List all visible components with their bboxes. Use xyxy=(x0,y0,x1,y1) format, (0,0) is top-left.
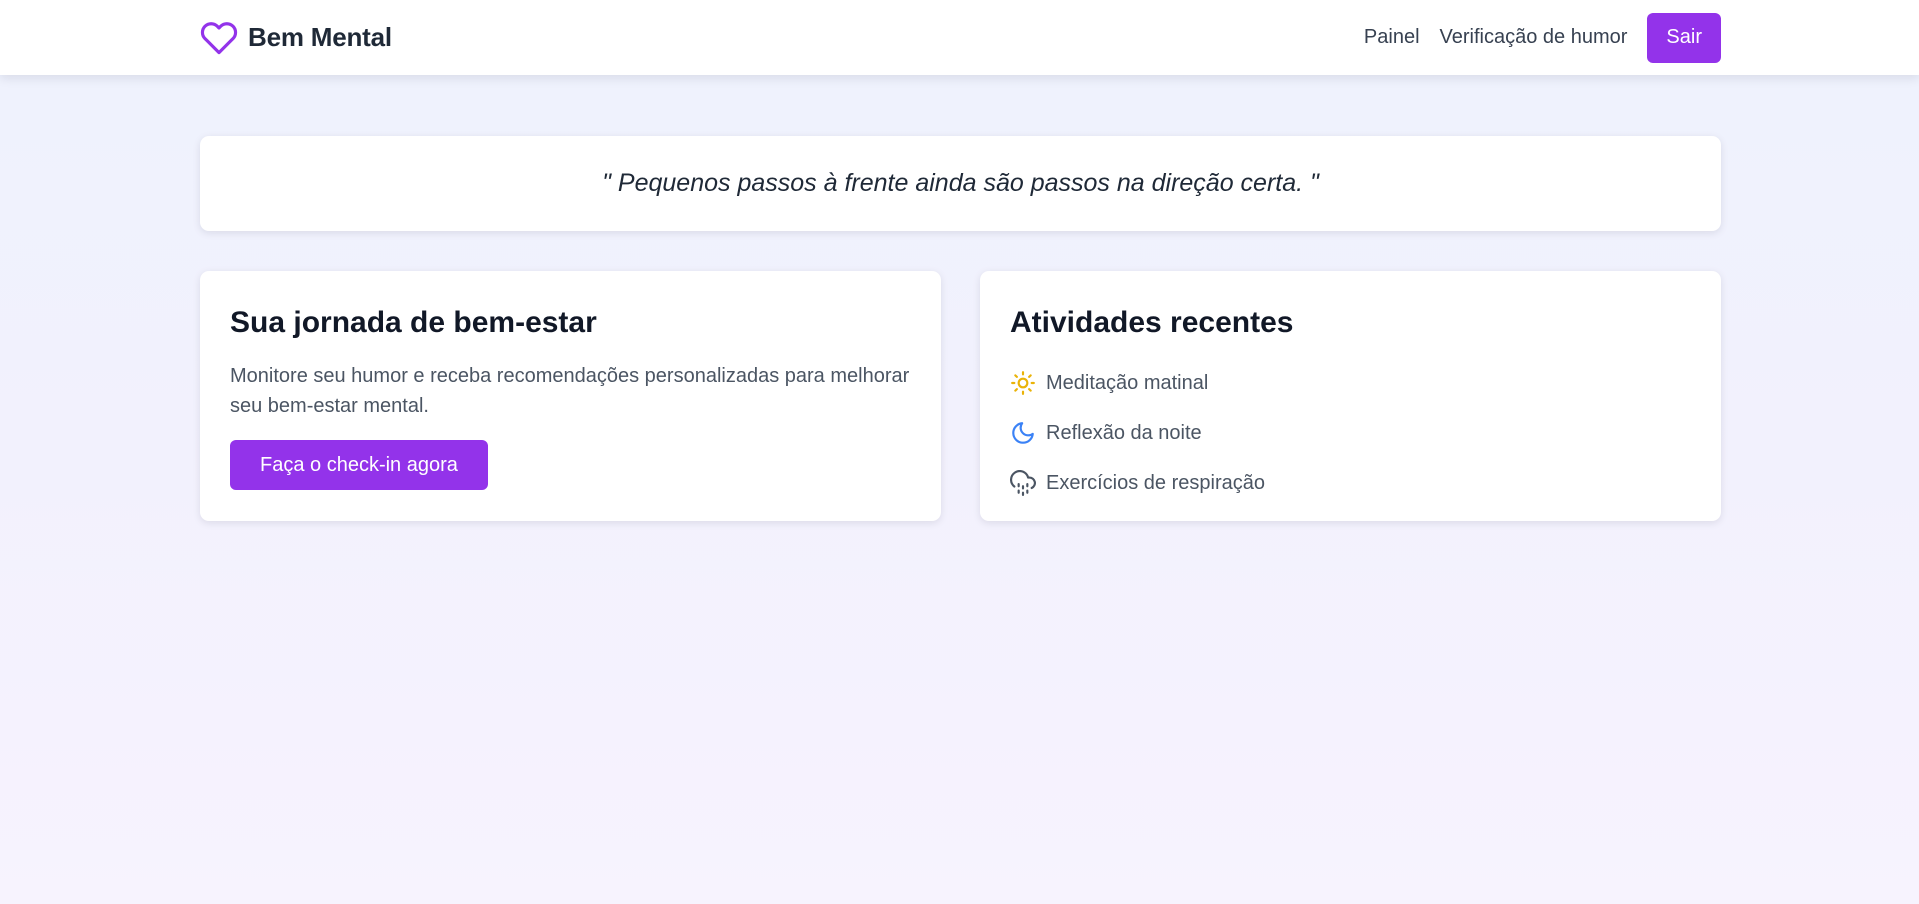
activity-label: Reflexão da noite xyxy=(1046,421,1202,444)
moon-icon xyxy=(1012,422,1034,444)
top-navbar: Bem Mental Painel Verificação de humor S… xyxy=(0,0,1919,75)
journey-card: Sua jornada de bem-estar Monitore seu hu… xyxy=(200,271,941,521)
heart-icon xyxy=(200,21,238,54)
nav-links: Painel Verificação de humor Sair xyxy=(1364,12,1721,63)
navbar-container: Bem Mental Painel Verificação de humor S… xyxy=(200,0,1721,75)
activity-item: Exercícios de respiração xyxy=(1010,458,1691,508)
activity-list: Meditação matinal Reflexão da noite Exer… xyxy=(1010,358,1691,508)
activity-label: Meditação matinal xyxy=(1046,371,1209,394)
brand-name: Bem Mental xyxy=(248,22,392,52)
recent-activities-card: Atividades recentes Meditação matinal Re… xyxy=(980,271,1721,521)
journey-description: Monitore seu humor e receba recomendaçõe… xyxy=(230,365,910,417)
motivational-quote: " Pequenos passos à frente ainda são pas… xyxy=(602,169,1319,197)
activities-title: Atividades recentes xyxy=(1010,306,1294,339)
checkin-button[interactable]: Faça o check-in agora xyxy=(230,440,488,490)
activity-item: Reflexão da noite xyxy=(1010,408,1691,458)
activity-item: Meditação matinal xyxy=(1010,358,1691,408)
sun-icon xyxy=(1011,371,1035,395)
journey-title: Sua jornada de bem-estar xyxy=(230,306,597,339)
quote-card: " Pequenos passos à frente ainda são pas… xyxy=(200,136,1721,231)
nav-link-verificacao-humor[interactable]: Verificação de humor xyxy=(1440,26,1628,49)
brand-logo-link[interactable]: Bem Mental xyxy=(200,19,392,57)
activity-label: Exercícios de respiração xyxy=(1046,471,1265,494)
cloud-rain-icon xyxy=(1010,470,1036,496)
nav-link-painel[interactable]: Painel xyxy=(1364,26,1420,49)
logout-button[interactable]: Sair xyxy=(1647,12,1721,63)
